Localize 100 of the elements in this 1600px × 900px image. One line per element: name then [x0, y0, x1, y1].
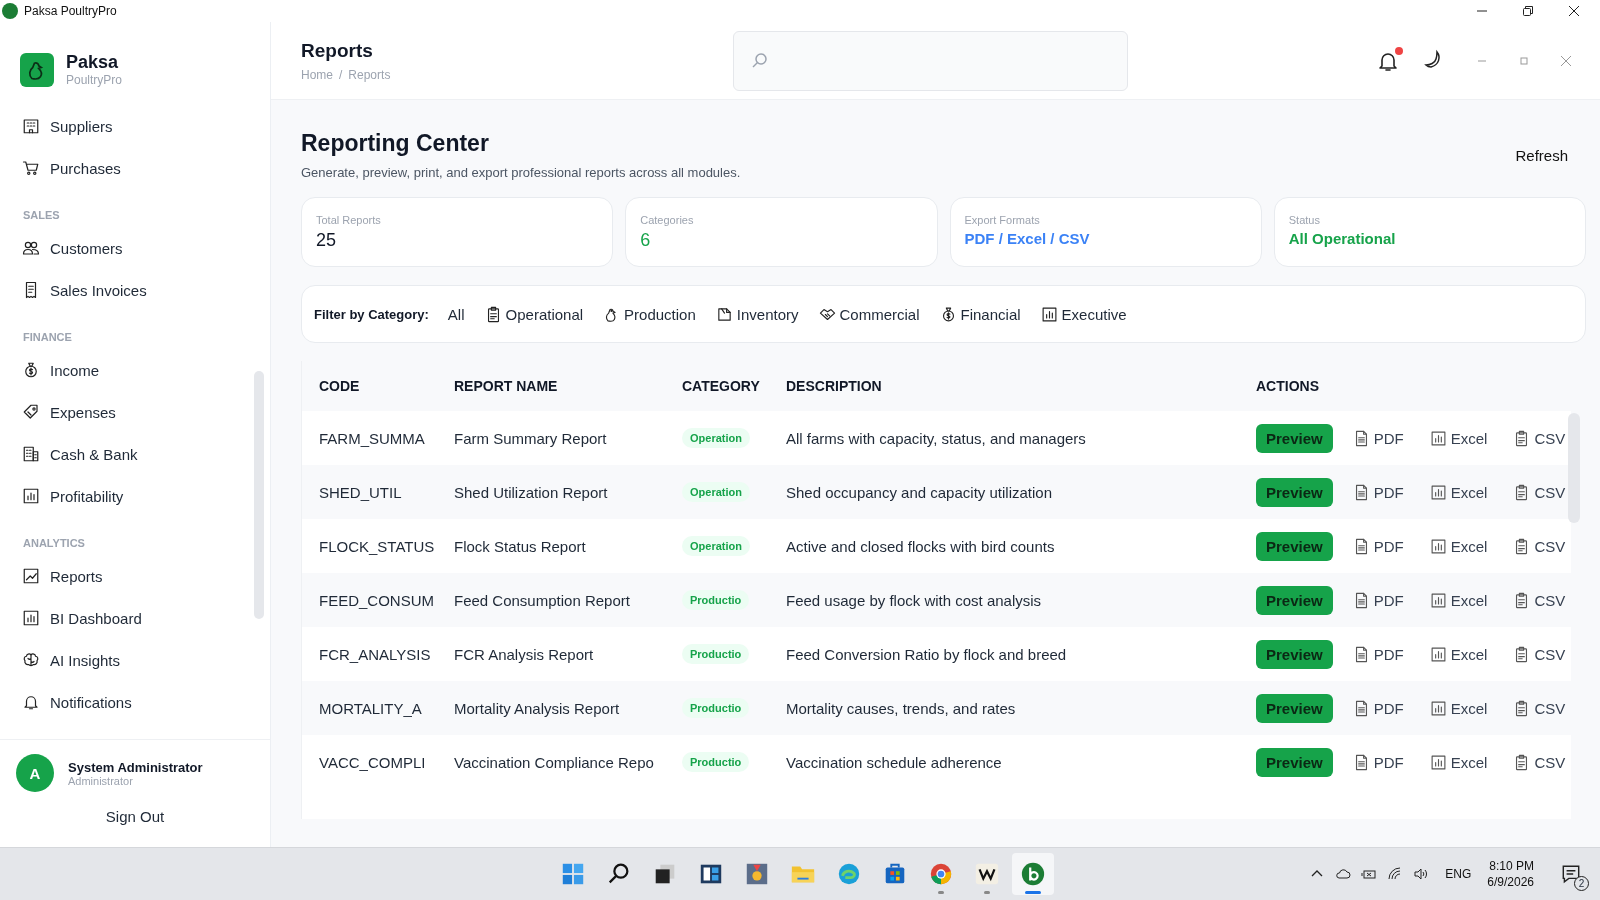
- browser-icon: [928, 861, 954, 887]
- restore-icon[interactable]: [1522, 5, 1534, 17]
- filter-option[interactable]: Operational: [479, 301, 589, 327]
- cart-icon: [22, 159, 40, 177]
- bar-chart-icon: [1429, 591, 1447, 609]
- clock-date[interactable]: 6/9/2026: [1487, 875, 1534, 889]
- category-tag: Productio: [682, 698, 750, 718]
- logo-icon: [20, 52, 54, 87]
- table-cell-text: Feed Consumption Report: [454, 591, 631, 609]
- table-cell-text: Mortality Analysis Report: [454, 699, 621, 717]
- avatar: A: [16, 754, 54, 792]
- export-button[interactable]: PDF: [1346, 589, 1410, 611]
- language-indicator[interactable]: ENG: [1445, 867, 1472, 881]
- preview-button[interactable]: Preview: [1256, 639, 1333, 669]
- stat-value: All Operational: [1288, 230, 1397, 247]
- bar-chart-icon: [1429, 429, 1447, 447]
- clock-time[interactable]: 8:10 PM: [1489, 859, 1534, 873]
- export-button[interactable]: CSV: [1507, 643, 1572, 665]
- close-icon[interactable]: [1568, 5, 1580, 17]
- filter-option[interactable]: Executive: [1035, 301, 1132, 327]
- export-button[interactable]: PDF: [1346, 427, 1410, 449]
- sidebar-item[interactable]: BI Dashboard: [22, 597, 237, 639]
- brand-name: Paksa: [66, 52, 120, 73]
- export-button[interactable]: CSV: [1507, 427, 1572, 449]
- brain-icon: [22, 651, 40, 669]
- running-indicator: [1025, 891, 1041, 894]
- export-button[interactable]: CSV: [1507, 751, 1572, 773]
- search-field[interactable]: [733, 30, 1128, 91]
- preview-button[interactable]: Preview: [1256, 423, 1333, 453]
- column-header: CATEGORY: [682, 378, 761, 394]
- bar-chart-icon: [1429, 699, 1447, 717]
- export-button[interactable]: CSV: [1507, 589, 1572, 611]
- table-cell-text: Vaccination schedule adherence: [786, 753, 1003, 771]
- sidebar-item[interactable]: Income: [22, 349, 237, 391]
- app-icon: [974, 861, 1000, 887]
- windows-icon: [560, 861, 586, 887]
- sidebar-item[interactable]: Reports: [22, 555, 237, 597]
- export-button[interactable]: Excel: [1423, 643, 1494, 665]
- sidebar-item[interactable]: Suppliers: [22, 105, 237, 147]
- preview-button[interactable]: Preview: [1256, 585, 1333, 615]
- export-button[interactable]: Excel: [1423, 751, 1494, 773]
- export-button[interactable]: CSV: [1507, 697, 1572, 719]
- stat-label: Export Formats: [964, 214, 1041, 226]
- export-button[interactable]: PDF: [1346, 481, 1410, 503]
- user-name: System Administrator: [68, 759, 203, 775]
- sidebar-item[interactable]: Customers: [22, 227, 237, 269]
- sidebar-item[interactable]: Notifications: [22, 681, 237, 723]
- bar-chart-icon: [1429, 753, 1447, 771]
- stat-label: Status: [1288, 214, 1321, 226]
- sidebar-item[interactable]: Expenses: [22, 391, 237, 433]
- stat-label: Total Reports: [316, 214, 382, 226]
- notification-center-icon[interactable]: [1560, 863, 1582, 885]
- table-cell-text: Shed occupancy and capacity utilization: [786, 483, 1053, 501]
- refresh-button[interactable]: Refresh: [1509, 146, 1574, 165]
- table-cell-text: All farms with capacity, status, and managers: [786, 429, 1087, 447]
- filter-option[interactable]: Financial: [934, 301, 1026, 327]
- browser-icon: [836, 861, 862, 887]
- category-tag: Productio: [682, 644, 750, 664]
- export-button[interactable]: Excel: [1423, 589, 1494, 611]
- export-button[interactable]: PDF: [1346, 697, 1410, 719]
- medal-icon: [744, 861, 770, 887]
- box-icon: [715, 305, 733, 323]
- table-cell-text: Mortality causes, trends, and rates: [786, 699, 1017, 717]
- sidebar-item[interactable]: Sales Invoices: [22, 269, 237, 311]
- export-button[interactable]: Excel: [1423, 535, 1494, 557]
- page-title: Reports: [301, 39, 374, 62]
- column-header: REPORT NAME: [454, 378, 559, 394]
- preview-button[interactable]: Preview: [1256, 693, 1333, 723]
- sidebar-item[interactable]: AI Insights: [22, 639, 237, 681]
- sidebar-item[interactable]: Profitability: [22, 475, 237, 517]
- line-chart-icon: [22, 567, 40, 585]
- scrollbar[interactable]: [1568, 413, 1580, 523]
- section-title: Reporting Center: [301, 130, 490, 157]
- notification-count: 2: [1574, 876, 1589, 891]
- filter-option[interactable]: Commercial: [813, 301, 925, 327]
- export-button[interactable]: Excel: [1423, 481, 1494, 503]
- export-button[interactable]: CSV: [1507, 481, 1572, 503]
- export-button[interactable]: PDF: [1346, 643, 1410, 665]
- cloud-icon[interactable]: [1335, 866, 1352, 882]
- sign-out-button[interactable]: Sign Out: [93, 802, 177, 831]
- volume-icon[interactable]: [1413, 866, 1430, 882]
- stat-value: 25: [316, 230, 338, 251]
- export-button[interactable]: Excel: [1423, 427, 1494, 449]
- export-button[interactable]: CSV: [1507, 535, 1572, 557]
- filter-option[interactable]: All: [442, 301, 470, 327]
- building-icon: [22, 445, 40, 463]
- sidebar-item[interactable]: Cash & Bank: [22, 433, 237, 475]
- export-button[interactable]: PDF: [1346, 751, 1410, 773]
- filter-option[interactable]: Production: [598, 301, 701, 327]
- column-header: CODE: [318, 378, 361, 394]
- preview-button[interactable]: Preview: [1256, 531, 1333, 561]
- scrollbar[interactable]: [254, 371, 264, 619]
- sidebar-item[interactable]: Purchases: [22, 147, 237, 189]
- export-button[interactable]: Excel: [1423, 697, 1494, 719]
- preview-button[interactable]: Preview: [1256, 477, 1333, 507]
- bar-chart-icon: [1429, 645, 1447, 663]
- preview-button[interactable]: Preview: [1256, 747, 1333, 777]
- export-button[interactable]: PDF: [1346, 535, 1410, 557]
- filter-option[interactable]: Inventory: [710, 301, 804, 327]
- category-tag: Operation: [682, 482, 750, 502]
